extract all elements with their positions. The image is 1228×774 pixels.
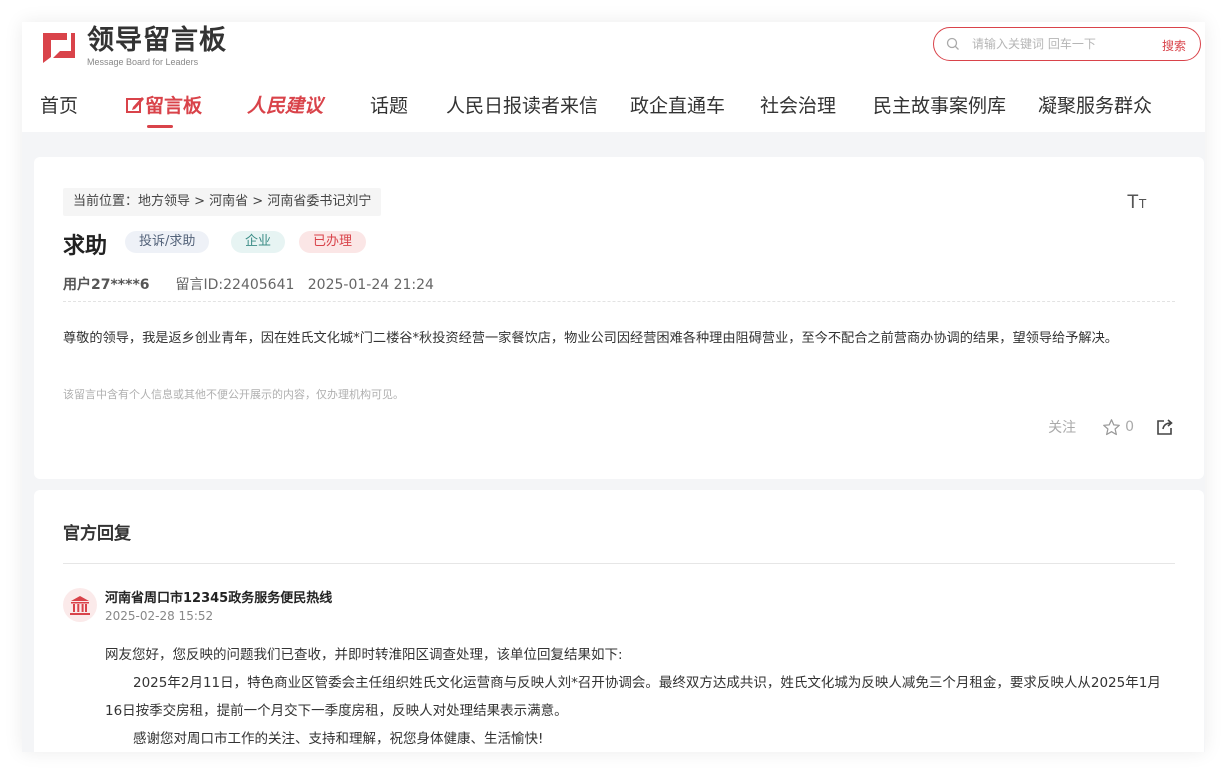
- message-meta: 用户27****6 留言ID:22405641 2025-01-24 21:24: [63, 274, 434, 294]
- reply-body: 网友您好，您反映的问题我们已查收，并即时转淮阳区调查处理，该单位回复结果如下: …: [105, 641, 1175, 752]
- follow-button[interactable]: 关注: [1048, 417, 1076, 437]
- browser-viewport: 领导留言板 Message Board for Leaders 搜索 首页 留言…: [22, 22, 1205, 752]
- nav-item-readers-letters[interactable]: 人民日报读者来信: [446, 92, 598, 120]
- message-id: 留言ID:22405641: [175, 277, 295, 293]
- nav-item-democracy-cases[interactable]: 民主故事案例库: [873, 92, 1006, 120]
- user-name: 用户27****6: [63, 277, 150, 293]
- main-nav: 首页 留言板 人民建议 话题 人民日报读者来信 政企直通车 社会治理 民主故事案…: [22, 90, 1205, 130]
- search-button[interactable]: 搜索: [1162, 37, 1186, 54]
- search-input[interactable]: [970, 36, 1144, 52]
- reply-paragraph: 2025年2月11日，特色商业区管委会主任组织姓氏文化运营商与反映人刘*召开协调…: [105, 675, 1161, 719]
- privacy-note: 该留言中含有个人信息或其他不便公开展示的内容，仅办理机构可见。: [63, 388, 404, 401]
- star-icon: [1103, 418, 1120, 435]
- site-header: 领导留言板 Message Board for Leaders 搜索 首页 留言…: [22, 22, 1205, 132]
- nav-item-people-suggestion[interactable]: 人民建议: [247, 92, 323, 120]
- logo-mark-icon: [41, 27, 77, 65]
- official-reply-card: 官方回复 河南省周口市12345政务服务便民热线 2025-02-28 15:5…: [34, 490, 1204, 752]
- nav-item-home[interactable]: 首页: [40, 92, 78, 120]
- message-datetime: 2025-01-24 21:24: [307, 277, 434, 293]
- nav-item-serve-public[interactable]: 凝聚服务群众: [1038, 92, 1152, 120]
- category-tag: 投诉/求助: [125, 231, 210, 253]
- like-count: 0: [1125, 419, 1134, 435]
- active-nav-indicator: [147, 125, 173, 128]
- breadcrumb: 当前位置：地方领导 > 河南省 > 河南省委书记刘宁: [63, 188, 382, 216]
- message-card: 当前位置：地方领导 > 河南省 > 河南省委书记刘宁 TT 求助 投诉/求助 企…: [34, 157, 1204, 479]
- logo-title: 领导留言板: [87, 25, 227, 56]
- search-box: 搜索: [933, 27, 1201, 61]
- reply-paragraph: 感谢您对周口市工作的关注、支持和理解，祝您身体健康、生活愉快!: [133, 731, 544, 747]
- share-icon[interactable]: [1156, 418, 1174, 436]
- search-icon: [946, 37, 959, 50]
- edit-icon: [126, 97, 144, 113]
- domain-tag: 企业: [231, 231, 286, 253]
- message-title: 求助: [63, 234, 108, 259]
- reply-organization: 河南省周口市12345政务服务便民热线: [105, 591, 333, 606]
- reply-date: 2025-02-28 15:52: [105, 609, 214, 623]
- logo-subtitle: Message Board for Leaders: [87, 57, 199, 67]
- like-button[interactable]: 0: [1102, 418, 1134, 437]
- reply-paragraph: 网友您好，您反映的问题我们已查收，并即时转淮阳区调查处理，该单位回复结果如下:: [105, 647, 623, 663]
- status-badge: 已办理: [299, 231, 367, 253]
- nav-item-topics[interactable]: 话题: [370, 92, 408, 120]
- reply-section-title: 官方回复: [63, 524, 131, 544]
- nav-item-social-governance[interactable]: 社会治理: [760, 92, 836, 120]
- site-logo[interactable]: 领导留言板 Message Board for Leaders: [41, 25, 227, 67]
- nav-item-gov-enterprise[interactable]: 政企直通车: [630, 92, 725, 120]
- message-actions: 关注 0: [1048, 417, 1174, 437]
- divider: [63, 301, 1175, 302]
- nav-item-message-board[interactable]: 留言板: [125, 92, 202, 120]
- government-building-icon: [63, 588, 97, 622]
- font-size-toggle-icon[interactable]: TT: [1127, 192, 1147, 214]
- nav-item-message-board-label: 留言板: [145, 95, 203, 117]
- message-content: 尊敬的领导，我是返乡创业青年，因在姓氏文化城*门二楼谷*秋投资经营一家餐饮店，物…: [63, 331, 1118, 346]
- divider: [63, 563, 1175, 564]
